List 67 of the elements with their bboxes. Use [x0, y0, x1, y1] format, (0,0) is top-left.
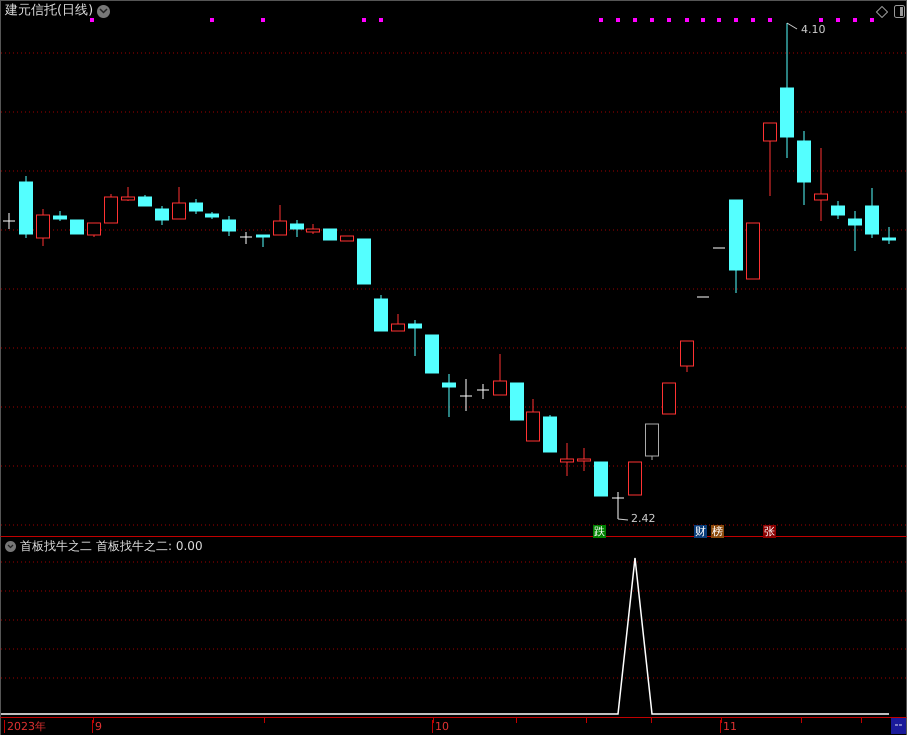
candlestick: [273, 204, 287, 236]
candlestick: [104, 194, 118, 224]
low-price-label: 2.42: [631, 512, 656, 526]
axis-label: 11: [720, 720, 737, 733]
candlestick: [560, 442, 574, 476]
candlestick: [628, 462, 642, 496]
candlestick: [340, 236, 354, 242]
signal-tag: 财: [694, 525, 707, 538]
candlestick: [256, 234, 270, 248]
candlestick: [645, 424, 659, 460]
indicator-name: 首板找牛之二: [20, 539, 92, 554]
axis-label: 9: [92, 720, 102, 733]
candlestick: [493, 354, 507, 396]
candlestick: [476, 384, 490, 400]
candlestick: [594, 462, 608, 496]
candlestick: [240, 232, 252, 244]
candlestick: [290, 220, 304, 238]
candlestick: [577, 448, 591, 472]
axis-label: 2023年: [4, 720, 46, 733]
candlestick: [526, 398, 540, 442]
candlestick: [374, 294, 388, 332]
candlestick: [865, 188, 879, 238]
candlestick: [205, 212, 219, 220]
high-price-label: 4.10: [801, 23, 826, 37]
candlestick: [2, 212, 16, 230]
candlestick: [543, 414, 557, 452]
leader-line: [786, 22, 798, 30]
candlestick: [612, 492, 624, 520]
candlestick: [848, 210, 862, 252]
candlestick: [121, 186, 135, 202]
candlestick: [408, 320, 422, 356]
panel-toggle-icon[interactable]: [894, 5, 905, 18]
candlestick: [172, 186, 186, 220]
signal-tag: 跌: [593, 525, 606, 538]
chart-title: 建元信托(日线): [5, 3, 94, 19]
candlestick: [831, 200, 845, 220]
candlestick: [36, 208, 50, 246]
candlestick: [460, 378, 472, 412]
leader-line: [618, 518, 628, 520]
diamond-icon[interactable]: [876, 6, 888, 18]
candlestick: [53, 210, 67, 222]
candlestick: [357, 238, 371, 284]
dropdown-icon[interactable]: [97, 4, 110, 18]
candlestick: [882, 226, 896, 244]
candlestick: [680, 340, 694, 372]
candlestick: [323, 228, 337, 240]
candlestick: [696, 296, 710, 298]
candlestick: [306, 224, 320, 234]
indicator-reading: 首板找牛之二: 0.00: [96, 539, 203, 554]
candlestick: [189, 198, 203, 214]
signal-tag: 榜: [711, 525, 724, 538]
candlestick: [442, 374, 456, 418]
candlestick: [155, 206, 169, 226]
signal-tag: 张: [763, 525, 776, 538]
candlestick: [19, 176, 33, 238]
axis-label: 10: [432, 720, 449, 733]
candlestick: [425, 334, 439, 374]
corner-label: --: [891, 718, 906, 734]
candlestick: [746, 222, 760, 280]
candlestick: [222, 216, 236, 236]
candlestick: [391, 314, 405, 332]
candlestick: [510, 382, 524, 420]
candlestick: [138, 194, 152, 206]
candlestick: [87, 222, 101, 238]
dropdown-icon[interactable]: [5, 541, 16, 552]
candlestick: [662, 382, 676, 414]
candlestick: [70, 220, 84, 234]
